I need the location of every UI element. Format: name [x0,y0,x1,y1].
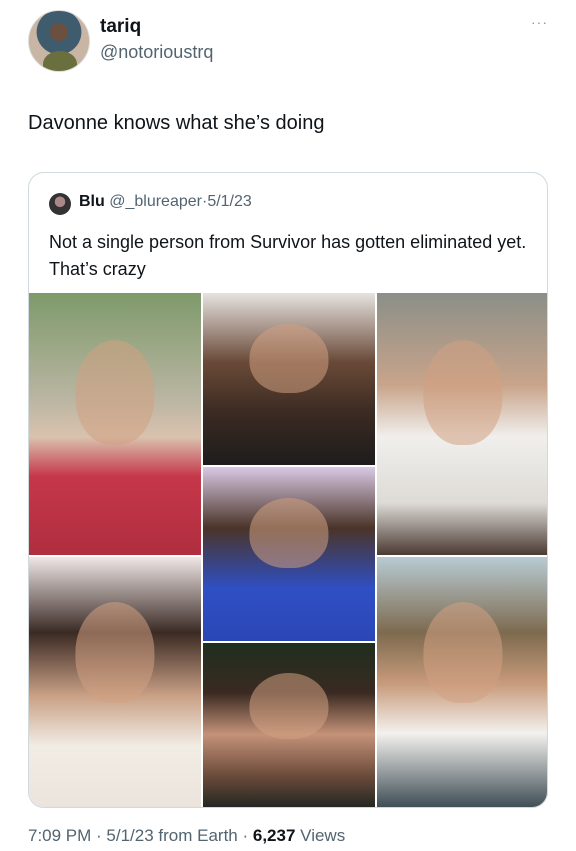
photo-4[interactable] [203,467,375,641]
person-portrait [249,498,329,568]
tweet-header: tariq @notorioustrq ··· [28,10,548,76]
photo-6[interactable] [203,643,375,807]
photo-3[interactable] [377,293,547,555]
quoted-tweet[interactable]: Blu @_blureaper·5/1/23 Not a single pers… [28,172,548,808]
person-portrait [423,602,503,704]
tweet-footer-meta: 7:09 PM · 5/1/23 from Earth · 6,237 View… [28,826,346,845]
tweet-date-source[interactable]: 5/1/23 from Earth [106,826,237,845]
quoted-author-handle[interactable]: @_blureaper [109,193,202,210]
tweet-text: Davonne knows what she’s doing [28,112,325,134]
quoted-tweet-text: Not a single person from Survivor has go… [49,232,527,279]
photo-1[interactable] [29,293,201,555]
views-label: Views [300,826,346,845]
author-avatar[interactable] [28,10,90,72]
person-portrait [249,672,329,740]
photo-5[interactable] [29,557,201,807]
quoted-tweet-date[interactable]: 5/1/23 [207,193,251,210]
quoted-author-avatar[interactable] [49,193,71,215]
tweet-time[interactable]: 7:09 PM [28,826,91,845]
photo-collage [29,293,547,807]
person-portrait [423,340,503,445]
author-display-name[interactable]: tariq [100,16,141,38]
person-portrait [75,340,155,445]
quoted-tweet-meta: Blu @_blureaper·5/1/23 [79,193,252,211]
person-portrait [75,602,155,704]
more-options-icon[interactable]: ··· [531,14,548,30]
photo-7[interactable] [377,557,547,807]
views-count: 6,237 [252,826,296,845]
quoted-author-name[interactable]: Blu [79,193,105,210]
person-portrait [249,323,329,393]
author-handle[interactable]: @notorioustrq [100,42,213,63]
photo-2[interactable] [203,293,375,465]
